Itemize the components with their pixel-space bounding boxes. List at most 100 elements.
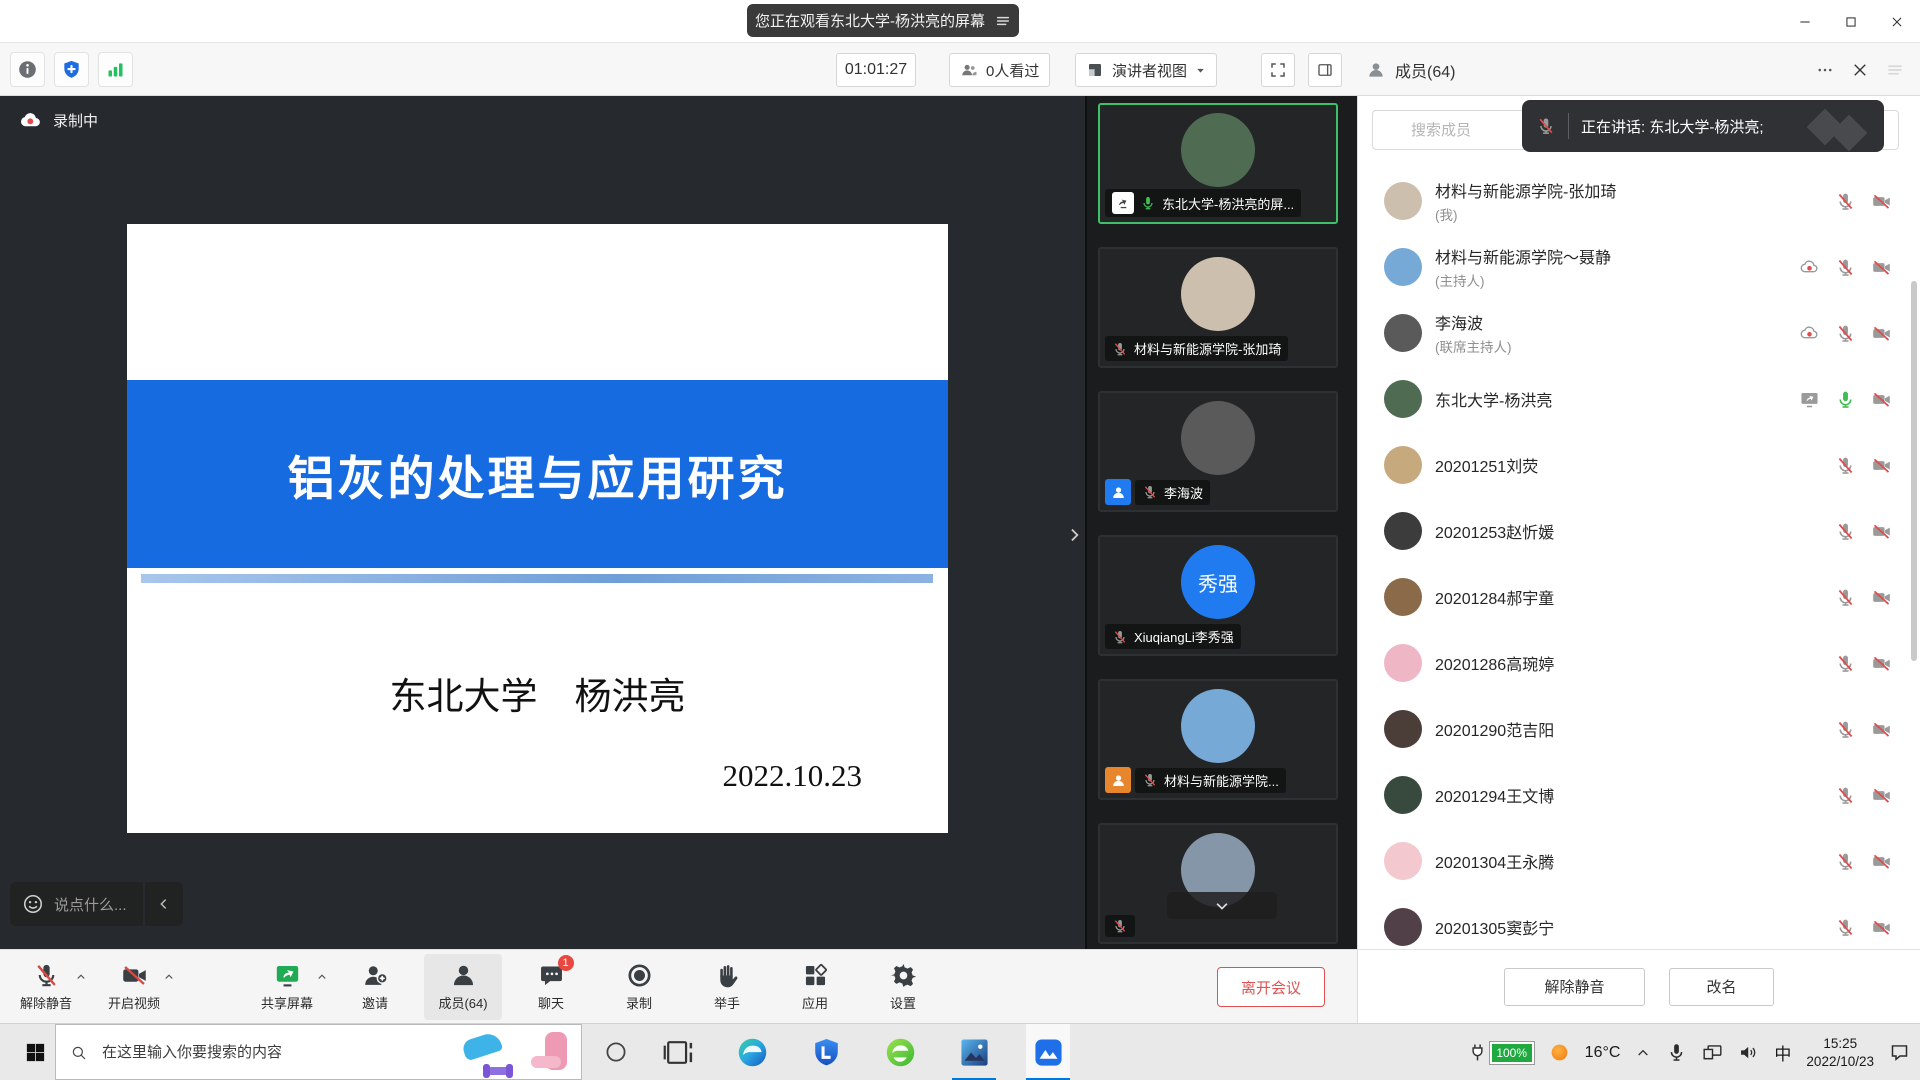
thumbnail-name-label: 材料与新能源学院-张加琦 [1134, 339, 1281, 358]
cam-off-dark-icon [121, 962, 148, 989]
mic-muted-icon [1112, 918, 1128, 934]
member-row[interactable]: 20201305窦彭宁 [1358, 894, 1920, 949]
video-thumbnail[interactable]: 东北大学-杨洪亮的屏... [1098, 103, 1338, 224]
minimize-icon [1798, 15, 1812, 29]
panel-menu-icon[interactable] [1886, 61, 1904, 79]
toolbar-start-video-button[interactable]: 开启视频 [95, 954, 173, 1020]
screen-watching-label: 您正在观看东北大学-杨洪亮的屏幕 [755, 10, 985, 31]
temperature-label[interactable]: 16°C [1585, 1044, 1621, 1062]
member-row[interactable]: 李海波(联席主持人) [1358, 300, 1920, 366]
thumbnail-footer: 材料与新能源学院... [1105, 767, 1331, 793]
member-row[interactable]: 20201304王永腾 [1358, 828, 1920, 894]
leave-meeting-button[interactable]: 离开会议 [1217, 967, 1325, 1007]
toolbar-settings-button[interactable]: 设置 [864, 954, 942, 1020]
video-thumbnail[interactable]: 材料与新能源学院... [1098, 679, 1338, 800]
taskbar-app-lenovo-manager[interactable] [804, 1024, 848, 1080]
emoji-icon[interactable] [22, 893, 44, 915]
video-thumbnail[interactable]: 李海波 [1098, 391, 1338, 512]
member-row[interactable]: 材料与新能源学院～聂静(主持人) [1358, 234, 1920, 300]
member-row[interactable]: 20201290范吉阳 [1358, 696, 1920, 762]
speaker-icon[interactable] [1738, 1042, 1759, 1063]
toolbar-chat-button[interactable]: 1聊天 [512, 954, 590, 1020]
member-status-icons [1799, 323, 1892, 344]
mic-muted-icon [1835, 851, 1856, 872]
taskbar-app-360-browser[interactable] [878, 1024, 922, 1080]
browser-360-icon [884, 1036, 917, 1069]
task-view-icon [662, 1036, 695, 1069]
member-row[interactable]: 20201253赵忻媛 [1358, 498, 1920, 564]
banner-menu-icon[interactable] [995, 13, 1011, 29]
thumbnail-label-bar: XiuqiangLi李秀强 [1105, 624, 1241, 649]
chat-input[interactable]: 说点什么... [10, 882, 143, 926]
unmute-button[interactable]: 解除静音 [1504, 968, 1645, 1006]
mic-muted-icon [1142, 484, 1158, 500]
more-icon[interactable] [1816, 61, 1834, 79]
cloud-recording-icon [18, 108, 43, 133]
member-status-icons [1799, 389, 1892, 410]
chevron-up-icon[interactable] [163, 971, 175, 983]
layout-icon [1086, 61, 1104, 79]
member-name: 20201284郝宇童 [1435, 585, 1835, 609]
rail-collapse-handle[interactable] [1063, 520, 1085, 550]
action-center-icon[interactable] [1889, 1042, 1910, 1063]
tray-microphone-icon[interactable] [1666, 1042, 1687, 1063]
screen-watching-banner[interactable]: 您正在观看东北大学-杨洪亮的屏幕 [747, 4, 1019, 37]
chevron-up-icon[interactable] [75, 971, 87, 983]
close-button[interactable] [1874, 0, 1920, 43]
mic-muted-icon [1142, 772, 1158, 788]
camera-off-icon [1871, 851, 1892, 872]
recording-label: 录制中 [53, 110, 98, 131]
toolbar-share-screen-button[interactable]: 共享屏幕 [248, 954, 326, 1020]
chevron-up-icon[interactable] [316, 971, 328, 983]
meeting-security-button[interactable] [54, 52, 89, 87]
minimize-button[interactable] [1782, 0, 1828, 43]
member-row[interactable]: 东北大学-杨洪亮 [1358, 366, 1920, 432]
viewers-counter[interactable]: 0人看过 [949, 53, 1050, 87]
network-quality-button[interactable] [98, 52, 133, 87]
member-row[interactable]: 20201251刘荧 [1358, 432, 1920, 498]
member-row[interactable]: 20201286高琬婷 [1358, 630, 1920, 696]
toolbar-invite-button[interactable]: 邀请 [336, 954, 414, 1020]
view-mode-dropdown[interactable]: 演讲者视图 [1075, 53, 1217, 87]
taskbar-app-task-view[interactable] [656, 1024, 700, 1080]
member-avatar [1384, 776, 1422, 814]
meeting-info-button[interactable] [10, 52, 45, 87]
toolbar-unmute-button[interactable]: 解除静音 [7, 954, 85, 1020]
chat-collapse-button[interactable] [145, 882, 183, 926]
toolbar-raise-hand-button[interactable]: 举手 [688, 954, 766, 1020]
battery-status[interactable]: 100% [1467, 1042, 1534, 1064]
taskbar-search-input[interactable] [100, 1025, 430, 1079]
weather-sun-icon[interactable] [1549, 1042, 1570, 1063]
taskbar-app-photos-app[interactable] [952, 1024, 996, 1080]
video-thumbnail[interactable]: 材料与新能源学院-张加琦 [1098, 247, 1338, 368]
member-name: 20201305窦彭宁 [1435, 915, 1835, 939]
taskbar-search[interactable] [55, 1024, 582, 1080]
network-display-icon[interactable] [1702, 1042, 1723, 1063]
ime-indicator[interactable]: 中 [1774, 1040, 1791, 1065]
member-row[interactable]: 材料与新能源学院-张加琦(我) [1358, 168, 1920, 234]
panel-close-icon[interactable] [1851, 61, 1869, 79]
cloud-recording-icon [1799, 323, 1820, 344]
video-thumbnail[interactable] [1098, 823, 1338, 944]
maximize-button[interactable] [1828, 0, 1874, 43]
member-row[interactable]: 20201294王文博 [1358, 762, 1920, 828]
sidebar-toggle-button[interactable] [1308, 53, 1342, 87]
mic-muted-icon [1835, 917, 1856, 938]
toolbar-record-button[interactable]: 录制 [600, 954, 678, 1020]
member-info: 20201305窦彭宁 [1435, 915, 1835, 939]
cortana-button[interactable] [604, 1040, 628, 1064]
fullscreen-button[interactable] [1261, 53, 1295, 87]
members-scrollbar[interactable] [1911, 281, 1917, 661]
toolbar-apps-button[interactable]: 应用 [776, 954, 854, 1020]
start-button[interactable] [24, 1041, 47, 1064]
taskbar-app-meeting-app[interactable] [1026, 1024, 1070, 1080]
camera-off-icon [1871, 587, 1892, 608]
taskbar-clock[interactable]: 15:25 2022/10/23 [1806, 1035, 1874, 1070]
taskbar-app-edge-browser[interactable] [730, 1024, 774, 1080]
video-thumbnail[interactable]: 秀强XiuqiangLi李秀强 [1098, 535, 1338, 656]
rail-scroll-down-button[interactable] [1167, 892, 1277, 919]
rename-button[interactable]: 改名 [1669, 968, 1774, 1006]
toolbar-members-button[interactable]: 成员(64) [424, 954, 502, 1020]
tray-expand-icon[interactable] [1635, 1045, 1651, 1061]
member-row[interactable]: 20201284郝宇童 [1358, 564, 1920, 630]
